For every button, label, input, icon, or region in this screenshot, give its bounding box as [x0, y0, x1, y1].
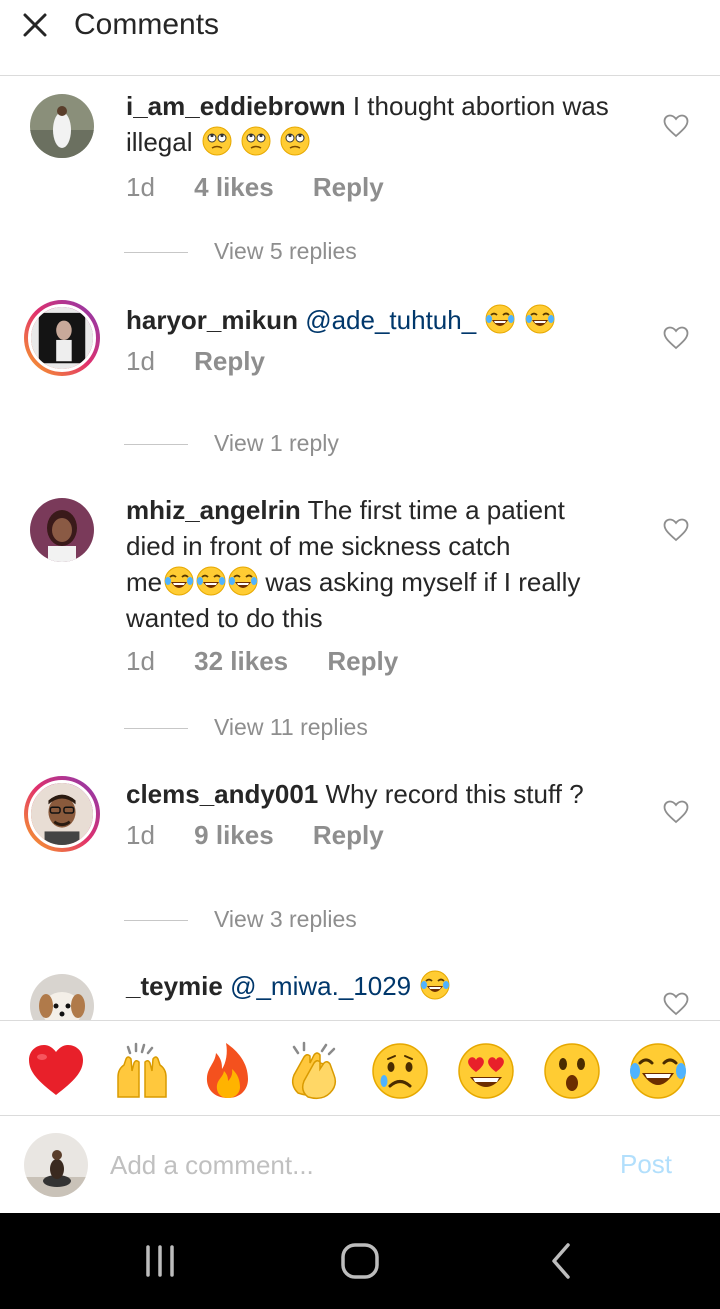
- comment-username[interactable]: clems_andy001: [126, 779, 318, 809]
- comment-likes[interactable]: 4 likes: [194, 172, 274, 202]
- view-replies-button[interactable]: View 5 replies: [124, 238, 357, 265]
- comments-header: Comments: [0, 0, 720, 76]
- comment-time: 1d: [126, 346, 155, 376]
- replies-divider: [124, 252, 188, 254]
- comment-text: i_am_eddiebrown I thought abortion was i…: [126, 88, 646, 160]
- comment-username[interactable]: i_am_eddiebrown: [126, 91, 346, 121]
- tears-of-joy-emoji: [196, 566, 226, 596]
- view-replies-label: View 11 replies: [214, 714, 368, 740]
- view-replies-label: View 3 replies: [214, 906, 357, 932]
- astonished-face-reaction[interactable]: [542, 1041, 602, 1101]
- tears-of-joy-emoji: [420, 970, 450, 1000]
- comment-list[interactable]: i_am_eddiebrown I thought abortion was i…: [0, 76, 720, 1020]
- heart-eyes-reaction[interactable]: [456, 1041, 516, 1101]
- view-replies-button[interactable]: View 3 replies: [124, 906, 357, 933]
- comment-username[interactable]: mhiz_angelrin: [126, 495, 301, 525]
- heart-icon[interactable]: [663, 518, 689, 542]
- heart-icon[interactable]: [663, 992, 689, 1016]
- view-replies-label: View 5 replies: [214, 238, 357, 264]
- home-icon[interactable]: [340, 1243, 380, 1279]
- recent-apps-icon[interactable]: [140, 1243, 180, 1279]
- view-replies-label: View 1 reply: [214, 430, 339, 456]
- comment-time: 1d: [126, 646, 155, 676]
- eye-roll-emoji: [241, 126, 271, 156]
- comment-body: I thought abortion was: [352, 91, 609, 121]
- heart-icon[interactable]: [663, 326, 689, 350]
- comment-text: mhiz_angelrin The first time a patient d…: [126, 492, 646, 636]
- close-icon[interactable]: [22, 12, 48, 38]
- comment-body-line3a: me: [126, 567, 163, 597]
- reply-button[interactable]: Reply: [313, 820, 384, 850]
- comment-time: 1d: [126, 172, 155, 202]
- reply-button[interactable]: Reply: [194, 346, 265, 376]
- avatar[interactable]: [30, 498, 94, 562]
- comment-time: 1d: [126, 820, 155, 850]
- post-button[interactable]: Post: [620, 1149, 672, 1180]
- comment-text: haryor_mikun @ade_tuhtuh_: [126, 302, 646, 338]
- comment-input[interactable]: [110, 1148, 580, 1182]
- tears-of-joy-emoji: [164, 566, 194, 596]
- avatar[interactable]: [30, 974, 94, 1020]
- comment-body-line2: died in front of me sickness catch: [126, 531, 511, 561]
- avatar[interactable]: [30, 94, 94, 158]
- view-replies-button[interactable]: View 1 reply: [124, 430, 339, 457]
- back-icon[interactable]: [542, 1243, 582, 1279]
- view-replies-button[interactable]: View 11 replies: [124, 714, 368, 741]
- heart-icon[interactable]: [663, 114, 689, 138]
- reply-button[interactable]: Reply: [313, 172, 384, 202]
- comment-body-line3b: was asking myself if I really: [265, 567, 581, 597]
- comment-composer: Post: [0, 1116, 720, 1213]
- comment-username[interactable]: haryor_mikun: [126, 305, 298, 335]
- red-heart-reaction[interactable]: [26, 1041, 86, 1101]
- comment-username[interactable]: _teymie: [126, 971, 223, 1001]
- tears-of-joy-emoji: [228, 566, 258, 596]
- eye-roll-emoji: [280, 126, 310, 156]
- avatar[interactable]: [24, 300, 100, 376]
- comment-likes[interactable]: 9 likes: [194, 820, 274, 850]
- comment-meta: 1d 9 likes Reply: [126, 820, 416, 851]
- heart-icon[interactable]: [663, 800, 689, 824]
- comment-meta: 1d 4 likes Reply: [126, 172, 416, 203]
- tears-of-joy-reaction[interactable]: [628, 1041, 688, 1101]
- clapping-hands-reaction[interactable]: [284, 1041, 344, 1101]
- comment-text: _teymie @_miwa._1029: [126, 968, 646, 1004]
- page-title: Comments: [74, 8, 220, 41]
- mention-link[interactable]: @_miwa._1029: [230, 971, 411, 1001]
- tears-of-joy-emoji: [525, 304, 555, 334]
- comment-meta: 1d Reply: [126, 346, 297, 377]
- comment-likes[interactable]: 32 likes: [194, 646, 288, 676]
- system-navigation-bar: [0, 1213, 720, 1309]
- comment-meta: 1d 32 likes Reply: [126, 646, 430, 677]
- comment-body: Why record this stuff ?: [325, 779, 584, 809]
- sad-face-reaction[interactable]: [370, 1041, 430, 1101]
- comment-body-line2: illegal: [126, 127, 193, 157]
- reply-button[interactable]: Reply: [327, 646, 398, 676]
- tears-of-joy-emoji: [485, 304, 515, 334]
- current-user-avatar: [24, 1133, 88, 1197]
- replies-divider: [124, 728, 188, 730]
- replies-divider: [124, 920, 188, 922]
- eye-roll-emoji: [202, 126, 232, 156]
- quick-reaction-bar: [0, 1020, 720, 1116]
- mention-link[interactable]: @ade_tuhtuh_: [305, 305, 476, 335]
- avatar[interactable]: [24, 776, 100, 852]
- replies-divider: [124, 444, 188, 446]
- comment-text: clems_andy001 Why record this stuff ?: [126, 776, 646, 812]
- comment-body-line4: wanted to do this: [126, 603, 323, 633]
- comment-body: The first time a patient: [307, 495, 565, 525]
- raising-hands-reaction[interactable]: [112, 1041, 172, 1101]
- fire-reaction[interactable]: [198, 1041, 258, 1101]
